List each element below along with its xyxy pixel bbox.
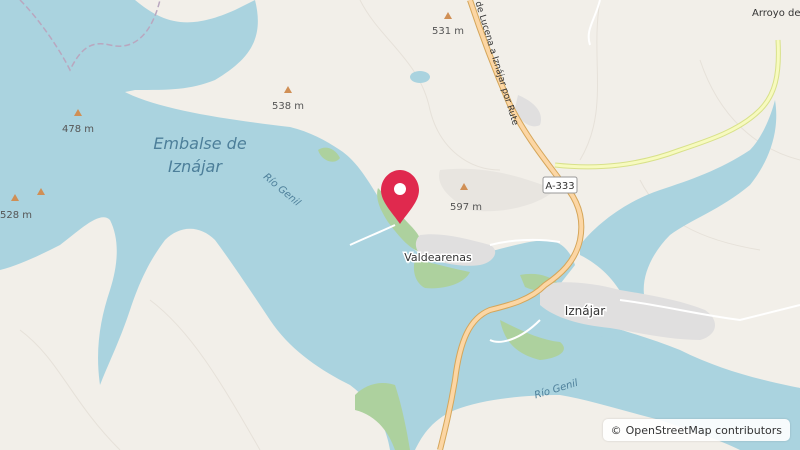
map-canvas[interactable]: 531 m 538 m 478 m 528 m 597 m Embalse de… [0,0,800,450]
town-label: Iznájar [565,304,605,318]
road-ref-label: A-333 [545,181,574,192]
peak-label: 538 m [272,101,304,112]
peak-label: 597 m [450,202,482,213]
road-ref-shield: A-333 [542,176,578,194]
peak-label: 478 m [62,124,94,135]
village-label: Valdearenas [404,251,472,264]
peak-label: 531 m [432,26,464,37]
pond [410,71,430,83]
map-view[interactable]: 531 m 538 m 478 m 528 m 597 m Embalse de… [0,0,800,450]
map-attribution[interactable]: © OpenStreetMap contributors [602,419,790,441]
reservoir-label-line2: Iznájar [168,157,223,176]
attribution-link[interactable]: OpenStreetMap contributors [626,424,782,437]
stream-label: Arroyo de [752,8,800,19]
peak-label: 528 m [0,210,32,221]
copyright-symbol: © [610,423,622,437]
reservoir-label-line1: Embalse de [153,134,247,153]
